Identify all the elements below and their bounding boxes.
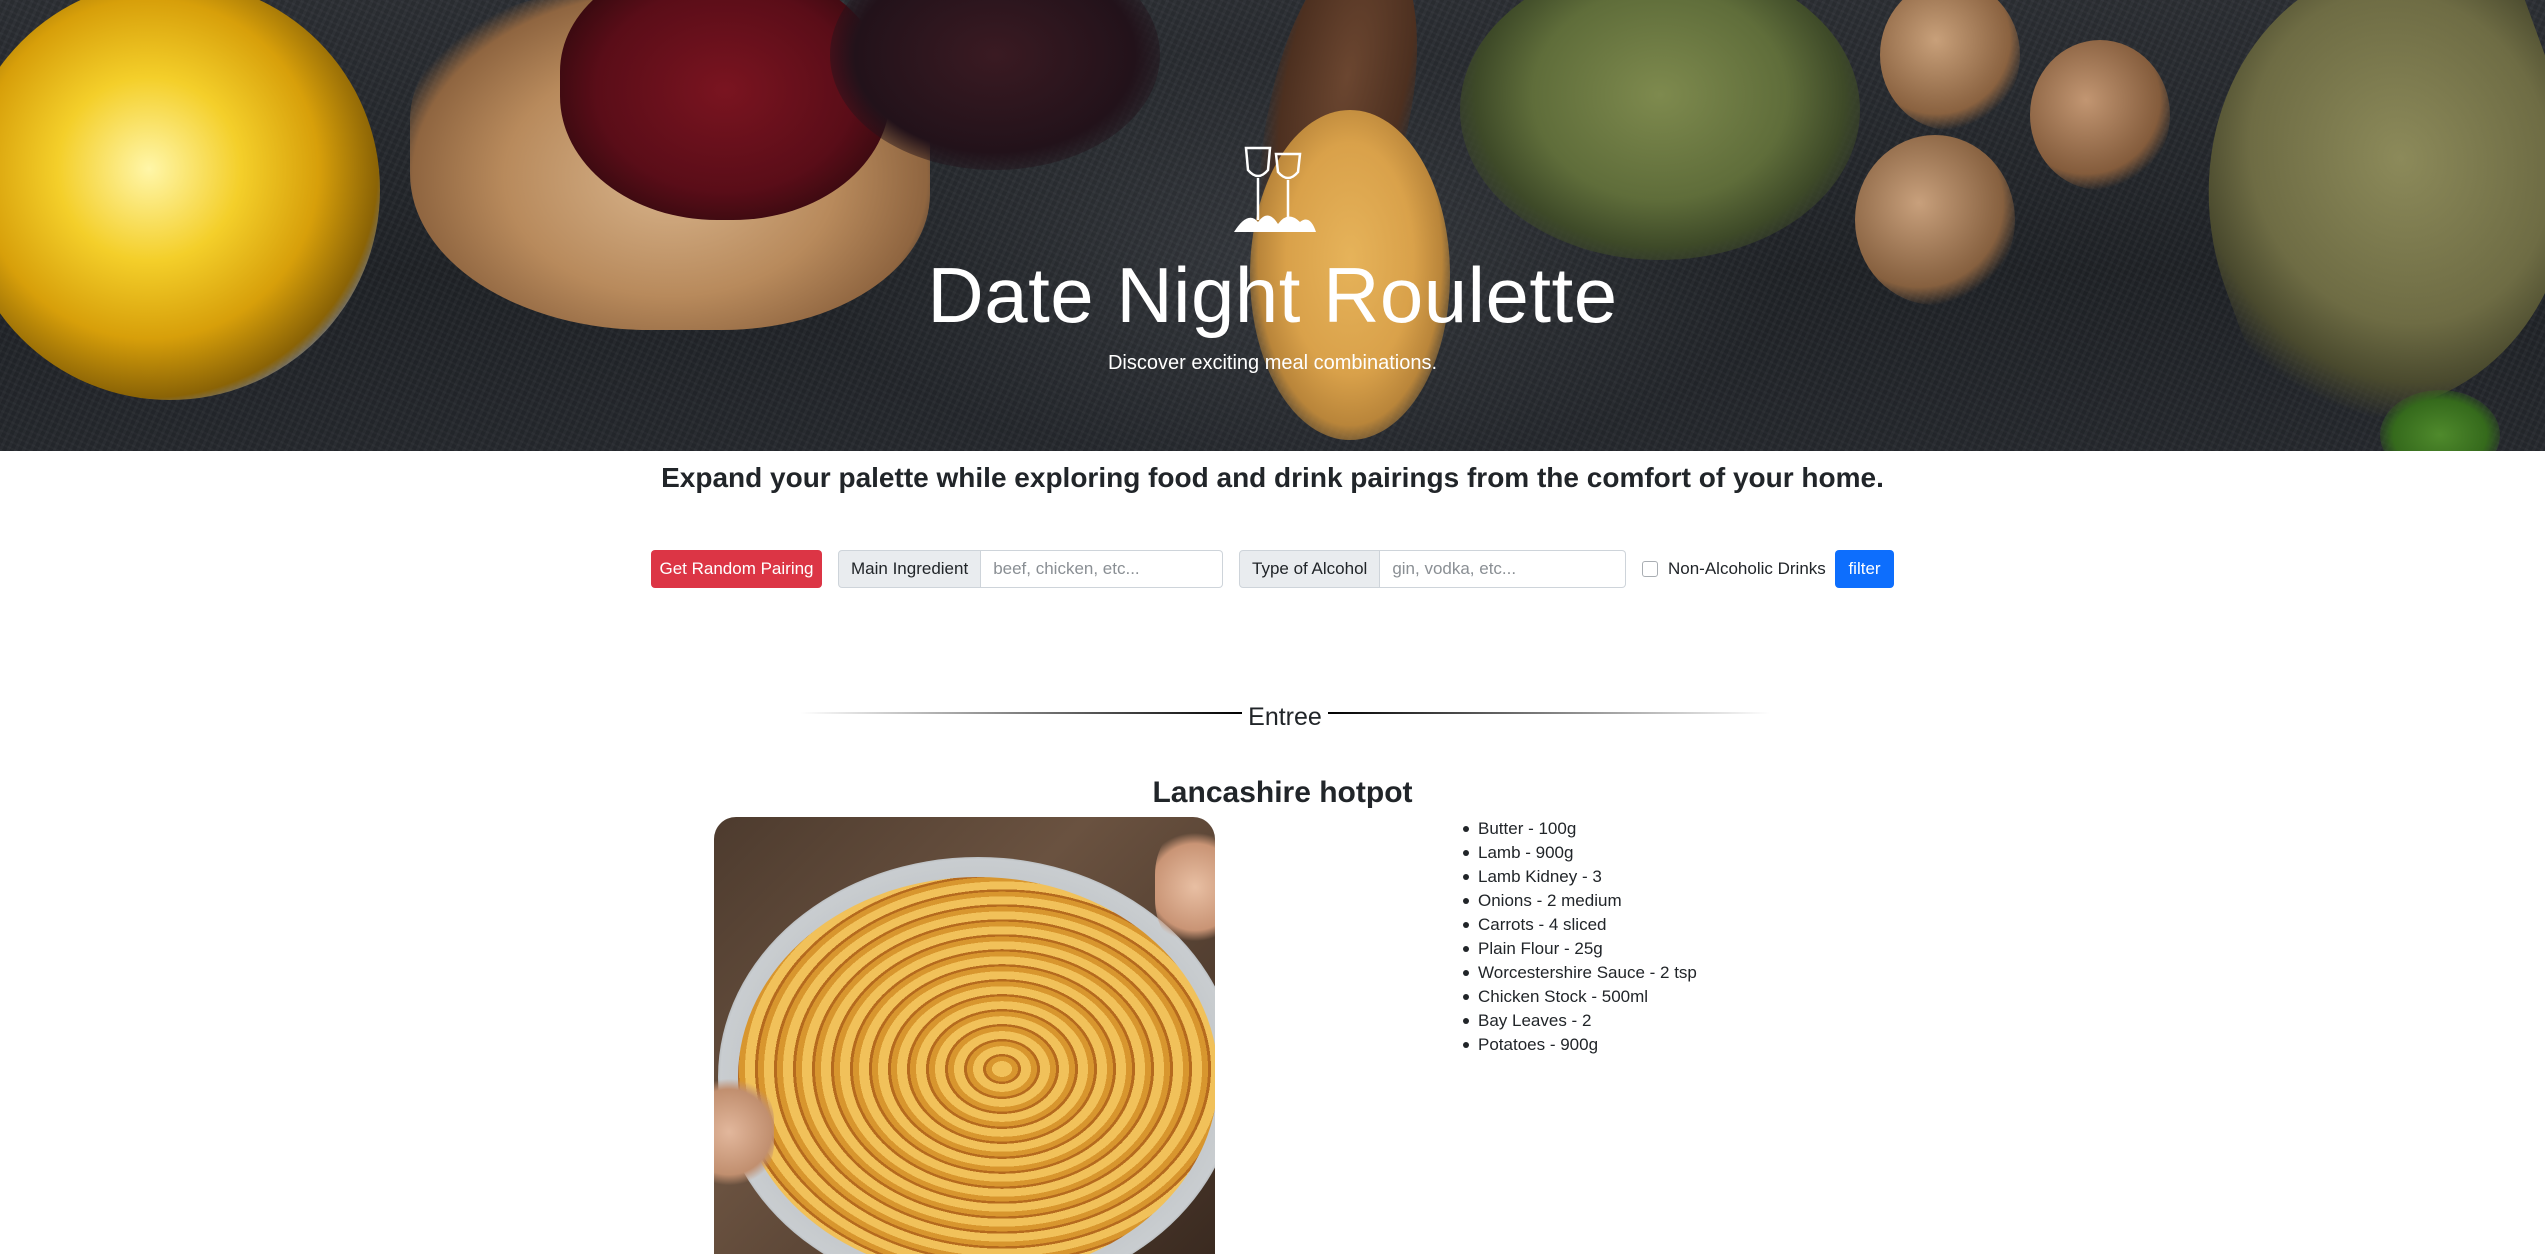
ingredient-item: Onions - 2 medium — [1462, 889, 1697, 913]
page-subtitle: Discover exciting meal combinations. — [1107, 352, 1438, 374]
hand-shape — [714, 1077, 774, 1187]
section-divider: Entree — [800, 702, 1770, 732]
ingredient-item: Potatoes - 900g — [1462, 1033, 1697, 1057]
ingredient-item: Worcestershire Sauce - 2 tsp — [1462, 961, 1697, 985]
main-ingredient-group: Main Ingredient — [838, 550, 1223, 588]
ingredient-item: Butter - 100g — [1462, 817, 1697, 841]
non-alcoholic-checkbox[interactable] — [1642, 561, 1658, 577]
wine-glasses-icon — [1234, 146, 1316, 232]
ingredient-item: Carrots - 4 sliced — [1462, 913, 1697, 937]
filter-button[interactable]: filter — [1835, 550, 1894, 588]
hotpot-topping-shape — [738, 877, 1215, 1254]
page-title: Date Night Roulette — [927, 251, 1618, 339]
tagline: Expand your palette while exploring food… — [661, 462, 1884, 493]
ingredient-item: Lamb Kidney - 3 — [1462, 865, 1697, 889]
ingredient-item: Plain Flour - 25g — [1462, 937, 1697, 961]
nutmeg-image — [2030, 40, 2170, 190]
hand-shape — [1155, 827, 1215, 947]
non-alcoholic-label: Non-Alcoholic Drinks — [1668, 559, 1826, 578]
alcohol-type-group: Type of Alcohol — [1239, 550, 1626, 588]
alcohol-type-input[interactable] — [1380, 550, 1626, 588]
ingredient-item: Bay Leaves - 2 — [1462, 1009, 1697, 1033]
recipe-title: Lancashire hotpot — [1152, 776, 1413, 809]
get-random-pairing-button[interactable]: Get Random Pairing — [651, 550, 822, 588]
hero-banner: Date Night Roulette Discover exciting me… — [0, 0, 2545, 451]
non-alcoholic-toggle[interactable]: Non-Alcoholic Drinks — [1642, 550, 1826, 588]
recipe-image — [714, 817, 1215, 1254]
ingredient-item: Chicken Stock - 500ml — [1462, 985, 1697, 1009]
alcohol-type-label: Type of Alcohol — [1239, 550, 1381, 588]
ingredient-list: Butter - 100g Lamb - 900g Lamb Kidney - 3O… — [1462, 817, 1697, 1057]
ingredient-item: Lamb - 900g — [1462, 841, 1697, 865]
section-heading: Entree — [1248, 703, 1322, 731]
main-ingredient-input[interactable] — [981, 550, 1223, 588]
main-ingredient-label: Main Ingredient — [838, 550, 982, 588]
filter-controls: Get Random Pairing Main Ingredient Type … — [0, 550, 2545, 588]
